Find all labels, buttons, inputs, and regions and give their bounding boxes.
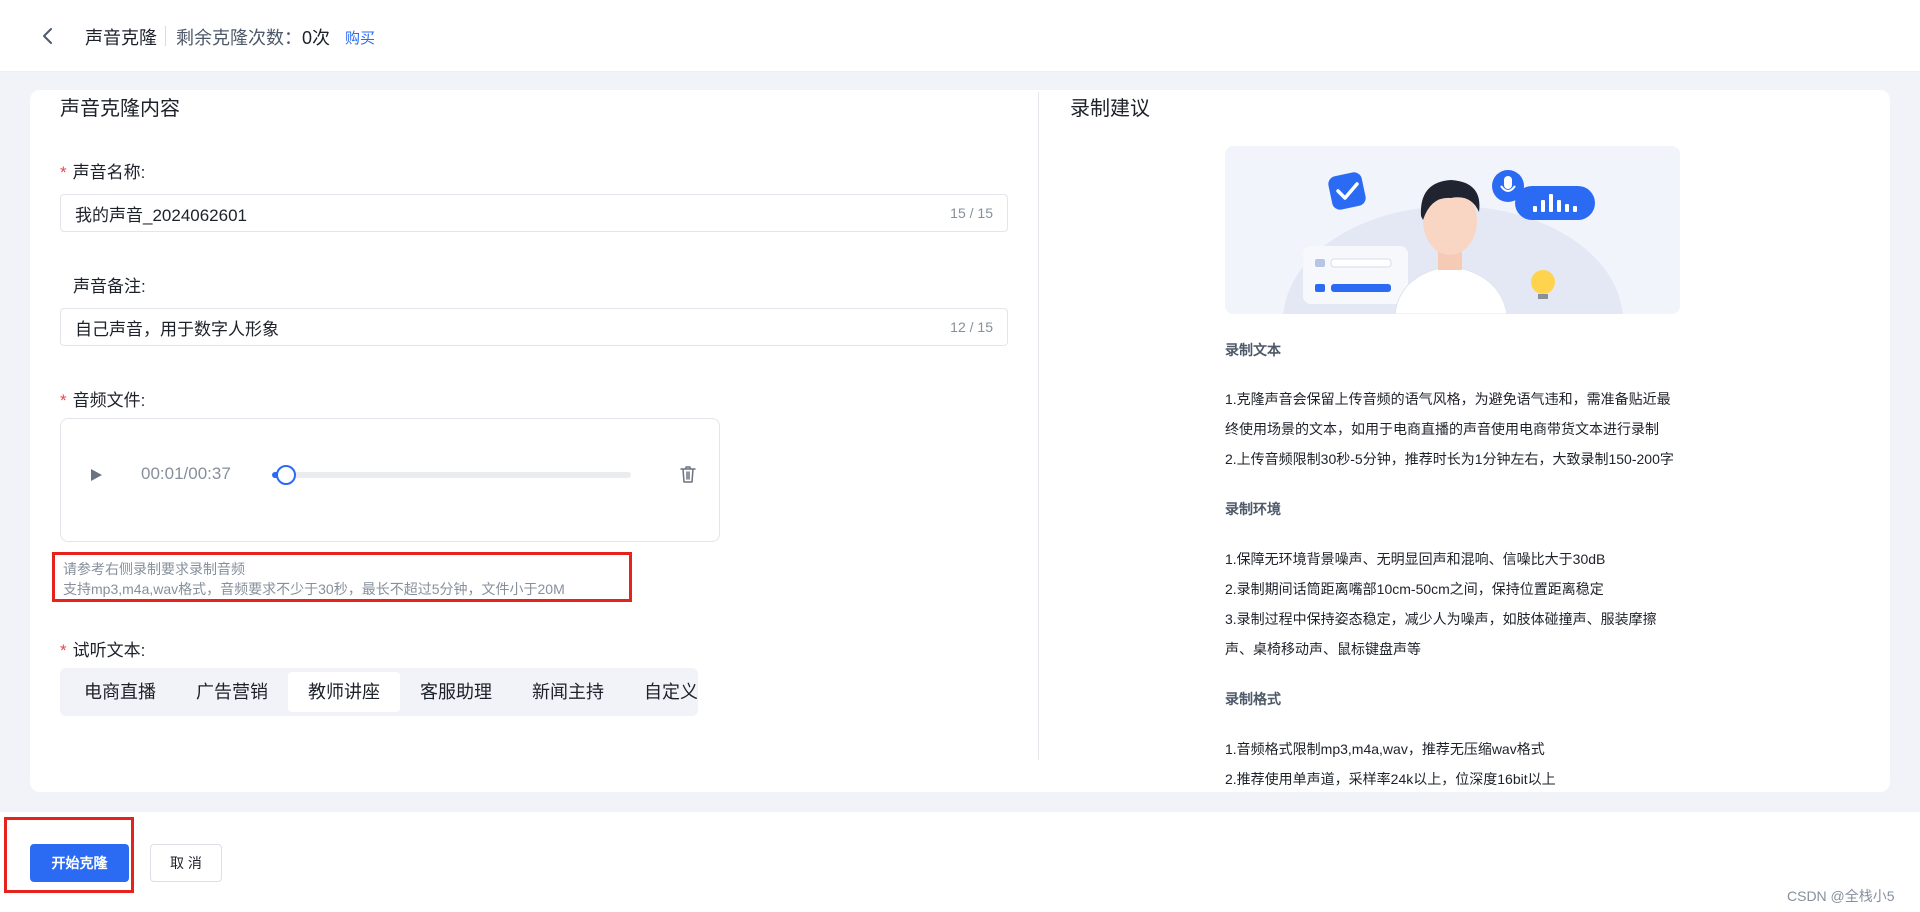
tab-custom[interactable]: 自定义	[624, 672, 718, 712]
buy-link[interactable]: 购买	[345, 27, 375, 48]
preview-text-label-text: 试听文本:	[72, 641, 146, 660]
header-divider	[165, 26, 166, 46]
tips-env-line-2: 2.录制期间话筒距离嘴部10cm-50cm之间，保持位置距离稳定	[1225, 581, 1604, 597]
tab-ecommerce-live[interactable]: 电商直播	[64, 672, 176, 712]
voice-note-label: 声音备注:	[73, 277, 146, 296]
tips-format-line-2: 2.推荐使用单声道，采样率24k以上，位深度16bit以上	[1225, 771, 1556, 787]
audio-hint-line-2: 支持mp3,m4a,wav格式，音频要求不少于30秒，最长不超过5分钟，文件小于…	[63, 581, 565, 597]
trash-icon[interactable]	[679, 464, 697, 484]
play-icon[interactable]	[89, 468, 103, 482]
remaining-clones-value: 0次	[302, 28, 331, 48]
voice-name-input[interactable]: 我的声音_2024062601 15 / 15	[60, 194, 1008, 232]
remaining-clones: 剩余克隆次数：0次	[176, 24, 330, 50]
voice-name-label: * 声音名称:	[60, 158, 145, 183]
voice-note-input[interactable]: 自己声音，用于数字人形象 12 / 15	[60, 308, 1008, 346]
footer-bar	[0, 812, 1920, 912]
voice-note-value: 自己声音，用于数字人形象	[75, 319, 279, 339]
tab-advertising[interactable]: 广告营销	[176, 672, 288, 712]
audio-progress-handle[interactable]	[276, 465, 297, 485]
voice-name-label-text: 声音名称:	[72, 163, 146, 182]
audio-progress-track[interactable]	[272, 465, 631, 485]
tips-text-heading: 录制文本	[1225, 342, 1281, 358]
audio-file-label: * 音频文件:	[60, 386, 145, 411]
tips-format-heading: 录制格式	[1225, 691, 1281, 707]
top-header: 声音克隆 剩余克隆次数：0次 购买	[0, 0, 1920, 72]
tips-text-line-1a: 1.克隆声音会保留上传音频的语气风格，为避免语气违和，需准备贴近最	[1225, 391, 1671, 407]
audio-player: 00:01/00:37	[60, 418, 720, 542]
required-mark: *	[60, 641, 67, 660]
voice-note-count: 12 / 15	[950, 319, 993, 335]
page-title: 声音克隆	[85, 28, 157, 48]
tips-text-line-1b: 终使用场景的文本，如用于电商直播的声音使用电商带货文本进行录制	[1225, 421, 1659, 437]
tab-news-anchor[interactable]: 新闻主持	[512, 672, 624, 712]
voice-name-value: 我的声音_2024062601	[75, 205, 248, 225]
required-mark: *	[60, 391, 67, 410]
tips-env-line-1: 1.保障无环境背景噪声、无明显回声和混响、信噪比大于30dB	[1225, 551, 1606, 567]
voice-name-count: 15 / 15	[950, 205, 993, 221]
tips-text-line-2: 2.上传音频限制30秒-5分钟，推荐时长为1分钟左右，大致录制150-200字	[1225, 451, 1674, 467]
tips-section-title: 录制建议	[1070, 98, 1150, 120]
recording-person-illustration	[1283, 170, 1623, 314]
recording-illustration	[1225, 146, 1680, 314]
preview-text-tabs: 电商直播 广告营销 教师讲座 客服助理 新闻主持 自定义	[60, 668, 698, 716]
tips-env-line-3a: 3.录制过程中保持姿态稳定，减少人为噪声，如肢体碰撞声、服装摩擦	[1225, 611, 1657, 627]
tips-env-heading: 录制环境	[1225, 501, 1281, 517]
audio-file-label-text: 音频文件:	[72, 391, 146, 410]
tips-env-line-3b: 声、桌椅移动声、鼠标键盘声等	[1225, 641, 1421, 657]
tips-format-line-1: 1.音频格式限制mp3,m4a,wav，推荐无压缩wav格式	[1225, 741, 1545, 757]
start-button-highlight	[4, 817, 134, 893]
watermark: CSDN @全栈小5	[1787, 888, 1895, 904]
preview-text-label: * 试听文本:	[60, 636, 145, 661]
tab-customer-service[interactable]: 客服助理	[400, 672, 512, 712]
remaining-clones-label: 剩余克隆次数：	[176, 28, 302, 48]
cancel-button[interactable]: 取 消	[150, 844, 222, 882]
form-section-title: 声音克隆内容	[60, 98, 180, 120]
required-mark: *	[60, 163, 67, 182]
chevron-left-icon[interactable]	[40, 26, 56, 46]
audio-hint-highlight: 请参考右侧录制要求录制音频 支持mp3,m4a,wav格式，音频要求不少于30秒…	[52, 552, 632, 602]
column-divider	[1038, 92, 1039, 760]
audio-time: 00:01/00:37	[141, 464, 231, 483]
tab-teacher-lecture[interactable]: 教师讲座	[288, 672, 400, 712]
audio-hint-line-1: 请参考右侧录制要求录制音频	[63, 561, 245, 577]
